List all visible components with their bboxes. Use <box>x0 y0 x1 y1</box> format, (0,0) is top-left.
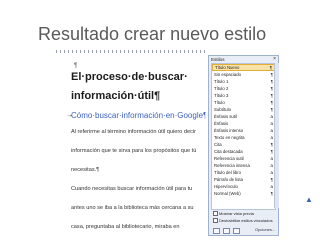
style-name: Título 3 <box>214 93 229 98</box>
character-style-icon: a <box>270 135 273 140</box>
style-item[interactable]: Énfasis intenso a <box>212 127 275 134</box>
style-item[interactable]: Normal (Web) ¶ <box>212 190 275 197</box>
character-style-icon: a <box>270 170 273 175</box>
styles-pane: Estilos × Título Nuevo ¶ Sin espaciado ¶ T… <box>208 55 279 236</box>
style-item[interactable]: Referencia sutil a <box>212 155 275 162</box>
paragraph-style-icon: ¶ <box>270 93 273 98</box>
manage-styles-icon[interactable] <box>233 228 240 234</box>
paragraph-style-icon: ¶ <box>270 72 273 77</box>
style-item[interactable]: Sin espaciado ¶ <box>212 71 275 78</box>
style-item[interactable]: Título del libro a <box>212 169 275 176</box>
style-item[interactable]: Título 3 ¶ <box>212 92 275 99</box>
style-name: Cita <box>214 142 222 147</box>
style-name: Título 2 <box>214 86 229 91</box>
disable-linked-toggle[interactable]: Deshabilitar estilos vinculados <box>213 218 273 223</box>
body-line[interactable]: Cuando necesitas buscar información útil… <box>71 186 192 192</box>
style-name: Título del libro <box>214 170 241 175</box>
style-name: Hipervínculo <box>214 184 238 189</box>
style-item[interactable]: Cita destacada ¶ <box>212 148 275 155</box>
arrow-icon: ▲ <box>305 195 313 204</box>
style-name: Referencia sutil <box>214 156 244 161</box>
style-name: Subtítulo <box>214 107 231 112</box>
style-name: Párrafo de lista <box>214 177 243 182</box>
body-line[interactable]: Al referirme al término información útil… <box>71 129 196 135</box>
options-link[interactable]: Opciones... <box>255 227 275 232</box>
style-name: Énfasis <box>214 121 229 126</box>
style-inspector-icon[interactable] <box>223 228 230 234</box>
character-style-icon: a <box>270 163 273 168</box>
character-style-icon: a <box>270 114 273 119</box>
body-line[interactable]: casa, preguntaba al bibliotecario, mirab… <box>71 224 180 230</box>
slide-title: Resultado crear nuevo estilo <box>38 24 267 44</box>
style-name: Cita destacada <box>214 149 243 154</box>
styles-pane-buttons <box>213 228 240 234</box>
character-style-icon: a <box>270 121 273 126</box>
style-item[interactable]: Párrafo de lista ¶ <box>212 176 275 183</box>
style-list: Título Nuevo ¶ Sin espaciado ¶ Título 1 ¶ T… <box>211 63 276 210</box>
style-name: Normal (Web) <box>214 191 241 196</box>
paragraph-style-icon: ¶ <box>270 79 273 84</box>
scrollbar[interactable] <box>274 63 279 208</box>
style-name: Sin espaciado <box>214 72 241 77</box>
styles-pane-header: Estilos × <box>209 56 278 62</box>
style-name: Título 1 <box>214 79 229 84</box>
checkbox[interactable] <box>213 211 218 216</box>
style-item[interactable]: Cita ¶ <box>212 141 275 148</box>
paragraph-style-icon: ¶ <box>269 65 272 70</box>
new-style-icon[interactable] <box>213 228 220 234</box>
style-item[interactable]: Título 1 ¶ <box>212 78 275 85</box>
paragraph-style-icon: ¶ <box>270 177 273 182</box>
style-item[interactable]: Título 2 ¶ <box>212 85 275 92</box>
body-line[interactable]: información que te sirva para los propós… <box>71 148 196 154</box>
style-name: Título Nuevo <box>215 65 240 70</box>
paragraph-style-icon: ¶ <box>270 107 273 112</box>
style-item[interactable]: Referencia intensa a <box>212 162 275 169</box>
style-name: Referencia intensa <box>214 163 250 168</box>
document-subheading[interactable]: Cómo·buscar·información·en·Google¶ <box>71 111 206 120</box>
show-preview-label: Mostrar vista previa <box>219 211 254 216</box>
style-item[interactable]: Subtítulo ¶ <box>212 106 275 113</box>
paragraph-style-icon: ¶ <box>270 100 273 105</box>
character-style-icon: a <box>270 184 273 189</box>
style-item[interactable]: Hipervínculo a <box>212 183 275 190</box>
checkbox[interactable] <box>213 218 218 223</box>
style-item[interactable]: Énfasis a <box>212 120 275 127</box>
document-heading-line-2[interactable]: información·útil¶ <box>71 90 160 102</box>
style-item[interactable]: Texto en negrita a <box>212 134 275 141</box>
paragraph-mark: ¶ <box>74 63 78 69</box>
style-name: Título <box>214 100 225 105</box>
paragraph-style-icon: ¶ <box>270 142 273 147</box>
character-style-icon: a <box>270 128 273 133</box>
body-line[interactable]: antes uno se iba a la biblioteca más cer… <box>71 205 194 211</box>
style-item[interactable]: Título Nuevo ¶ <box>212 64 275 71</box>
style-item[interactable]: Énfasis sutil a <box>212 113 275 120</box>
show-preview-toggle[interactable]: Mostrar vista previa <box>213 211 254 216</box>
style-name: Énfasis sutil <box>214 114 237 119</box>
paragraph-style-icon: ¶ <box>270 149 273 154</box>
paragraph-style-icon: ¶ <box>270 191 273 196</box>
document-page: ¶ El·proceso·de·buscar· información·útil… <box>56 50 206 240</box>
style-name: Texto en negrita <box>214 135 245 140</box>
ruler <box>56 50 206 53</box>
style-name: Énfasis intenso <box>214 128 244 133</box>
styles-pane-title: Estilos <box>211 56 225 62</box>
paragraph-style-icon: ¶ <box>270 86 273 91</box>
disable-linked-label: Deshabilitar estilos vinculados <box>219 218 273 223</box>
document-heading-line-1[interactable]: El·proceso·de·buscar· <box>71 71 188 83</box>
character-style-icon: a <box>270 156 273 161</box>
close-icon[interactable]: × <box>273 56 276 62</box>
style-item[interactable]: Título ¶ <box>212 99 275 106</box>
body-line[interactable]: necesitas.¶ <box>71 167 99 173</box>
